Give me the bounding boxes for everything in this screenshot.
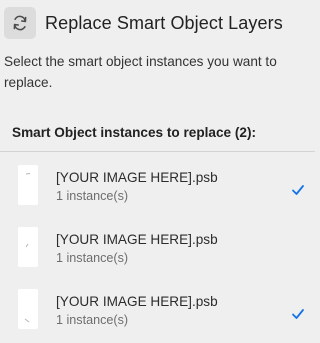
list-item[interactable]: [YOUR IMAGE HERE].psb 1 instance(s) — [0, 152, 315, 214]
refresh-button[interactable] — [4, 7, 36, 39]
checkmark-icon[interactable] — [291, 308, 305, 320]
list-item[interactable]: [YOUR IMAGE HERE].psb 1 instance(s) — [0, 214, 315, 276]
thumbnail — [18, 165, 38, 205]
item-instance-count: 1 instance(s) — [56, 313, 129, 327]
panel-header: Replace Smart Object Layers — [4, 7, 283, 39]
item-instance-count: 1 instance(s) — [56, 189, 129, 203]
thumbnail — [18, 227, 38, 267]
item-name: [YOUR IMAGE HERE].psb — [56, 294, 218, 309]
smart-object-list: [YOUR IMAGE HERE].psb 1 instance(s) [YOU… — [0, 152, 315, 338]
thumbnail — [18, 289, 38, 329]
item-name: [YOUR IMAGE HERE].psb — [56, 170, 218, 185]
section-title: Smart Object instances to replace (2): — [12, 125, 257, 140]
replace-smart-object-panel: Replace Smart Object Layers Select the s… — [0, 0, 315, 343]
item-name: [YOUR IMAGE HERE].psb — [56, 232, 218, 247]
panel-title: Replace Smart Object Layers — [45, 12, 283, 33]
checkmark-icon[interactable] — [291, 184, 305, 196]
item-instance-count: 1 instance(s) — [56, 251, 129, 265]
refresh-icon — [13, 15, 27, 31]
panel-description: Select the smart object instances you wa… — [4, 54, 277, 90]
list-item[interactable]: [YOUR IMAGE HERE].psb 1 instance(s) — [0, 276, 315, 338]
